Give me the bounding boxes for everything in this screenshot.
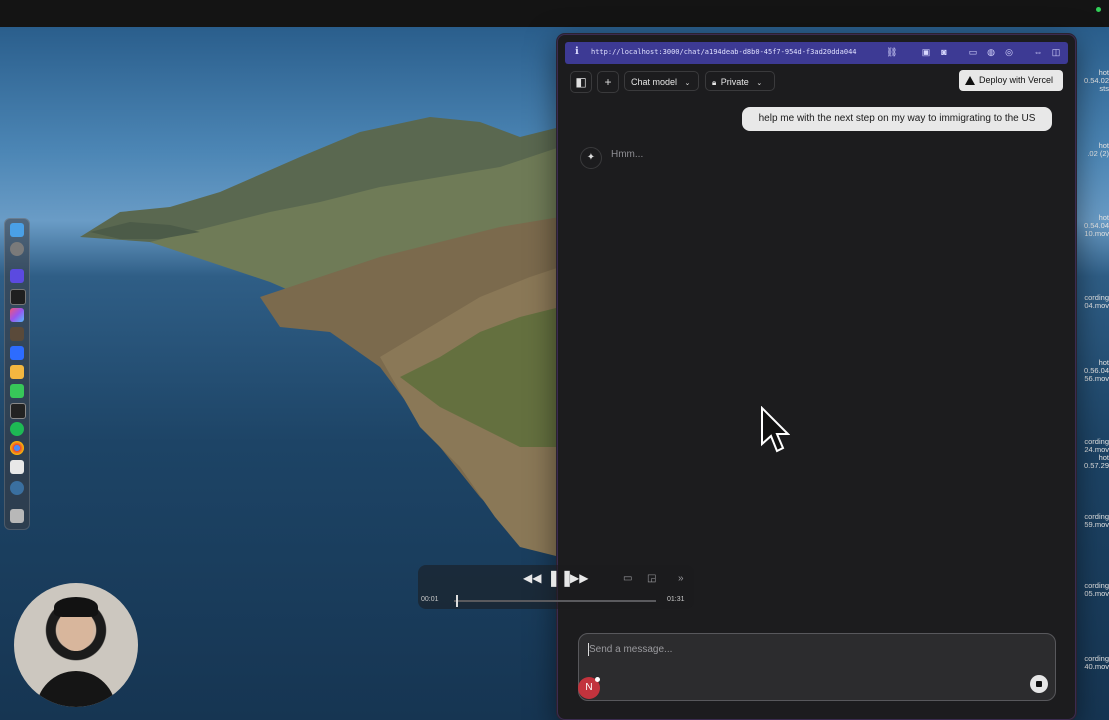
desktop-file[interactable]: hot 0.54.02 sts [1074,69,1109,93]
browser-window: ℹ http://localhost:3000/chat/a194deab-d8… [557,34,1076,720]
desktop-file[interactable]: cording 59.mov [1074,513,1109,529]
expand-chevron-icon[interactable]: » [678,573,684,584]
macos-dock [4,218,30,530]
new-chat-button[interactable]: + [597,71,619,93]
photos-app-icon[interactable] [10,365,24,379]
mouse-pointer-icon [761,406,790,453]
settings-icon[interactable] [10,242,24,256]
user-message: help me with the next step on my way to … [742,107,1052,131]
app-icon[interactable] [10,269,24,283]
rewind-icon[interactable]: ◀◀ [523,571,541,585]
webcam-hair [54,597,98,617]
lock-icon: 🔒︎ [712,78,717,87]
desktop-file[interactable]: cording 04.mov [1074,294,1109,310]
trash-icon[interactable] [10,509,24,523]
duration: 01:31 [667,596,685,603]
visibility-selector[interactable]: 🔒︎ Private ⌄ [705,71,775,91]
finder-icon[interactable] [10,223,24,237]
desktop-file[interactable]: cording 24.mov [1074,438,1109,454]
composer-placeholder: Send a message... [589,644,673,655]
globe-icon[interactable]: ◍ [986,47,996,57]
assistant-message: Hmm... [611,149,644,160]
chevron-down-icon: ⌄ [756,80,763,87]
sparkle-icon: ✦ [580,147,602,169]
scrubber-handle[interactable] [456,595,459,607]
notes-icon[interactable] [10,327,24,341]
quicktime-icon[interactable] [10,481,24,495]
pip-icon[interactable]: ◲ [647,573,656,584]
textedit-icon[interactable] [10,460,24,474]
info-icon[interactable]: ℹ [575,46,579,57]
download-icon[interactable]: ▣ [921,47,931,57]
deploy-button[interactable]: Deploy with Vercel [959,70,1063,91]
desktop-file[interactable]: hot 0.57.29 [1074,454,1109,470]
macos-menubar [0,0,1109,27]
model-selector-label: Chat model [631,77,678,87]
webcam-person [36,671,116,707]
link-icon[interactable]: ⛓ [886,47,897,57]
desktop-file[interactable]: cording 05.mov [1074,582,1109,598]
current-time: 00:01 [421,596,439,603]
visibility-label: Private [720,77,749,87]
expand-icon[interactable]: ⇔ [1033,47,1043,57]
video-player-controls: ◀◀ ❚❚ ▶▶ ▭ ◲ » 00:01 01:31 [418,565,694,609]
url-text[interactable]: http://localhost:3000/chat/a194deab-d8b0… [591,48,857,56]
app-store-icon[interactable] [10,403,26,419]
deploy-label: Deploy with Vercel [979,75,1054,85]
window-icon[interactable]: ▭ [968,47,978,57]
camera-icon[interactable]: ◙ [939,47,949,57]
desktop-file[interactable]: hot 0.54.04 10.mov [1074,214,1109,238]
sidebar-toggle-button[interactable]: ◧ [570,71,592,93]
webcam-overlay [14,583,138,707]
vercel-triangle-icon [965,76,975,85]
airplay-icon[interactable]: ▭ [623,573,632,584]
target-icon[interactable]: ◎ [1004,47,1014,57]
split-view-icon[interactable]: ◫ [1051,47,1061,57]
message-composer[interactable]: Send a message... [578,633,1056,701]
chrome-icon[interactable] [10,441,24,455]
photos-icon[interactable] [10,308,24,322]
status-dot-icon [1096,7,1101,12]
model-selector[interactable]: Chat model ⌄ [624,71,699,91]
messages-icon[interactable] [10,384,24,398]
stop-icon[interactable] [1030,675,1048,693]
desktop-file[interactable]: hot .02 (2) [1074,142,1109,158]
terminal-icon[interactable] [10,289,26,305]
chevron-down-icon: ⌄ [684,80,691,87]
desktop-file[interactable]: cording 40.mov [1074,655,1109,671]
spotify-icon[interactable] [10,422,24,436]
nextjs-badge[interactable]: N [578,677,600,699]
desktop-file[interactable]: hot 0.56.04 56.mov [1074,359,1109,383]
zoom-icon[interactable] [10,346,24,360]
fast-forward-icon[interactable]: ▶▶ [570,571,588,585]
scrubber-track[interactable] [454,600,656,602]
chat-toolbar: ◧ + Chat model ⌄ 🔒︎ Private ⌄ Deploy wit… [558,69,1075,101]
address-bar[interactable]: ℹ http://localhost:3000/chat/a194deab-d8… [565,42,1068,64]
